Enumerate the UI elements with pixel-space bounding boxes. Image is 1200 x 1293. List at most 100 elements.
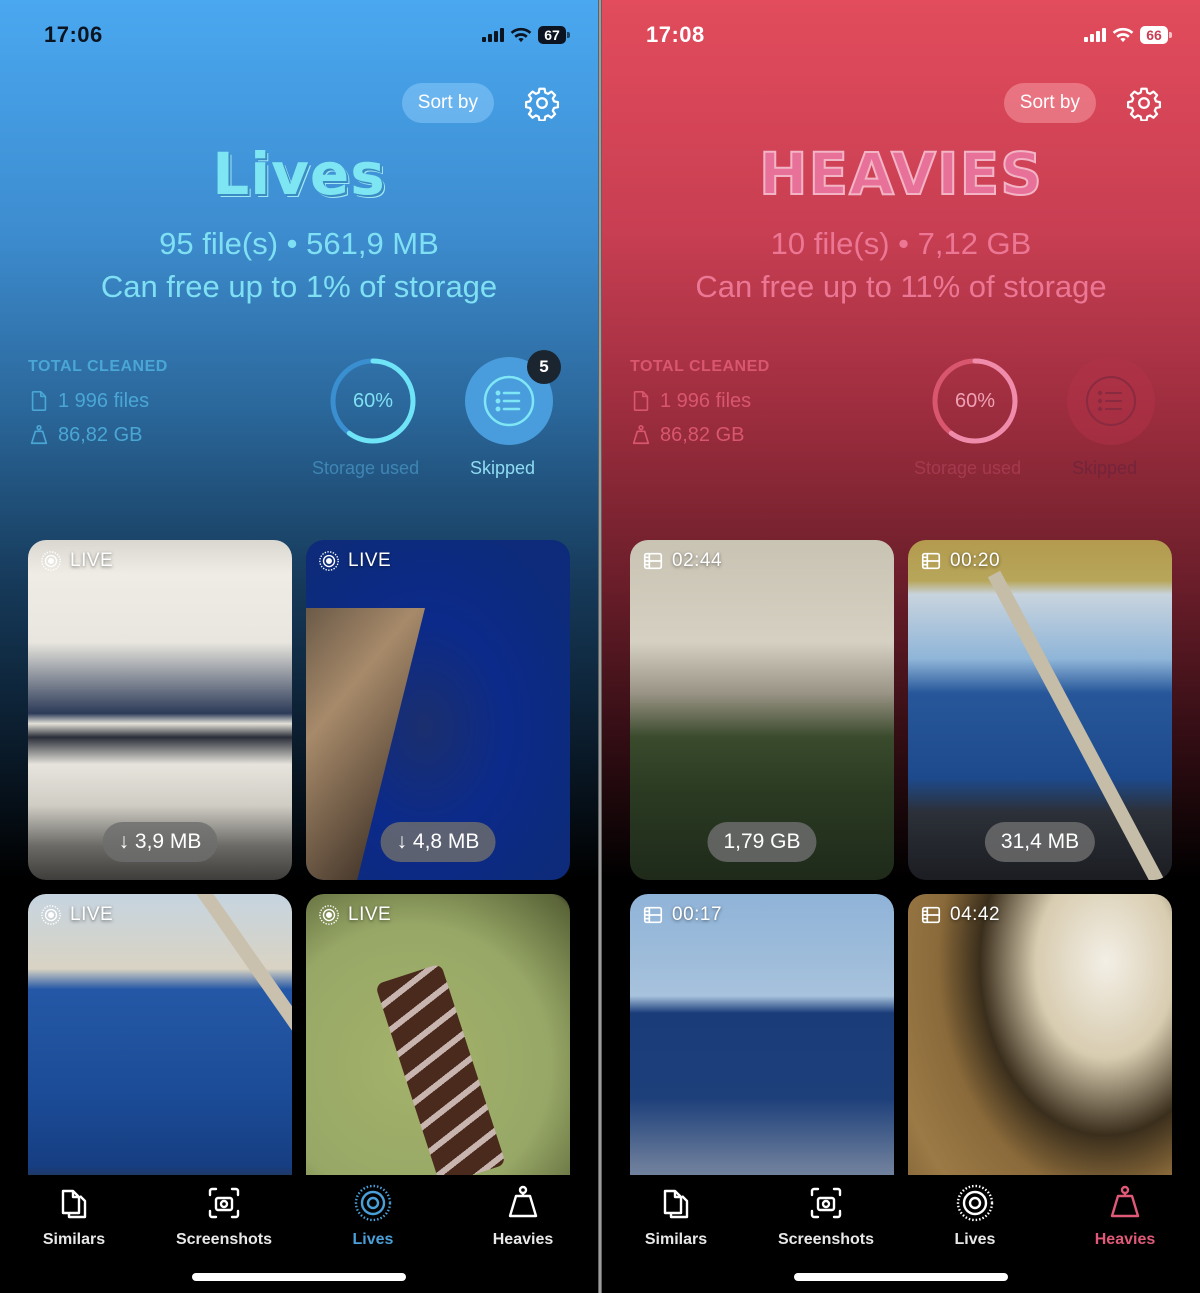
wifi-icon bbox=[1112, 27, 1134, 43]
status-icons: 67 bbox=[482, 26, 570, 44]
tab-similars[interactable]: Similars bbox=[606, 1183, 746, 1249]
total-files: 1 996 files bbox=[660, 389, 752, 412]
list-icon bbox=[1086, 376, 1136, 426]
video-film-icon bbox=[921, 552, 941, 570]
tile-tag-text: LIVE bbox=[70, 904, 114, 925]
video-film-icon bbox=[921, 906, 941, 924]
top-actions: Sort by bbox=[1003, 83, 1162, 123]
sort-by-button[interactable]: Sort by bbox=[401, 83, 494, 123]
total-files: 1 996 files bbox=[58, 389, 150, 412]
storage-used-ring: 60% bbox=[328, 356, 418, 446]
file-size-pill: ↓ 4,8 MB bbox=[380, 822, 496, 862]
settings-gear-icon[interactable] bbox=[524, 85, 560, 121]
tab-label: Similars bbox=[644, 1231, 708, 1248]
similars-icon bbox=[663, 1189, 689, 1219]
tile-tag-text: LIVE bbox=[348, 904, 392, 925]
summary-files-size: 10 file(s) • 7,12 GB bbox=[770, 226, 1032, 261]
video-tag: 04:42 bbox=[920, 904, 1000, 926]
settings-gear-icon[interactable] bbox=[1126, 85, 1162, 121]
tab-lives[interactable]: Lives bbox=[905, 1183, 1045, 1249]
total-size-row: 86,82 GB bbox=[630, 418, 770, 452]
live-photo-icon bbox=[41, 905, 61, 925]
video-tag: 00:20 bbox=[920, 550, 1000, 572]
tile-tag-text: LIVE bbox=[348, 550, 392, 571]
file-icon bbox=[633, 391, 649, 411]
media-tile[interactable]: 02:44 1,79 GB bbox=[630, 540, 894, 880]
tab-similars[interactable]: Similars bbox=[4, 1183, 144, 1249]
total-files-row: 1 996 files bbox=[28, 384, 168, 418]
summary: 95 file(s) • 561,9 MB Can free up to 1% … bbox=[0, 222, 598, 308]
tab-heavies[interactable]: Heavies bbox=[453, 1183, 593, 1249]
battery-level: 67 bbox=[538, 26, 566, 44]
total-size: 86,82 GB bbox=[660, 423, 745, 446]
top-actions: Sort by bbox=[401, 83, 560, 123]
tab-label: Heavies bbox=[492, 1231, 554, 1248]
list-icon bbox=[483, 375, 535, 427]
lives-icon bbox=[956, 1184, 994, 1222]
skipped-caption: Skipped bbox=[470, 458, 536, 478]
video-duration: 04:42 bbox=[950, 904, 1001, 925]
file-size-pill: 31,4 MB bbox=[984, 822, 1096, 862]
summary-storage-free: Can free up to 11% of storage bbox=[695, 269, 1107, 304]
status-bar: 17:06 67 bbox=[44, 20, 570, 50]
tab-label: Screenshots bbox=[175, 1231, 273, 1248]
storage-used-caption: Storage used bbox=[914, 458, 1022, 478]
total-cleaned: TOTAL CLEANED 1 996 files 86,82 GB bbox=[28, 358, 168, 452]
status-time: 17:08 bbox=[646, 22, 705, 47]
tab-heavies[interactable]: Heavies bbox=[1055, 1183, 1195, 1249]
total-files-row: 1 996 files bbox=[630, 384, 770, 418]
media-tile[interactable]: LIVE ↓ 4,8 MB bbox=[306, 540, 570, 880]
media-tile[interactable]: LIVE ↓ 3,9 MB bbox=[28, 540, 292, 880]
skipped-button[interactable] bbox=[1067, 357, 1155, 445]
media-tile[interactable]: 00:20 31,4 MB bbox=[908, 540, 1172, 880]
video-tag: 02:44 bbox=[642, 550, 722, 572]
status-bar: 17:08 66 bbox=[646, 20, 1172, 50]
sort-by-button[interactable]: Sort by bbox=[1003, 83, 1096, 123]
live-tag: LIVE bbox=[318, 904, 391, 926]
weight-icon bbox=[632, 425, 650, 445]
live-tag: LIVE bbox=[40, 550, 113, 572]
summary-files-size: 95 file(s) • 561,9 MB bbox=[159, 226, 439, 261]
heavies-screen: 17:08 66 Sort by HEAVIES 10 file(s) • 7,… bbox=[602, 0, 1200, 1293]
tab-label: Lives bbox=[352, 1231, 394, 1248]
home-indicator[interactable] bbox=[192, 1273, 406, 1281]
skipped-count-badge: 5 bbox=[527, 350, 561, 384]
video-tag: 00:17 bbox=[642, 904, 722, 926]
video-film-icon bbox=[643, 552, 663, 570]
total-cleaned-label: TOTAL CLEANED bbox=[28, 358, 168, 375]
total-size-row: 86,82 GB bbox=[28, 418, 168, 452]
screenshots-icon bbox=[810, 1187, 842, 1219]
summary-storage-free: Can free up to 1% of storage bbox=[100, 269, 498, 304]
page-title: Lives bbox=[212, 140, 386, 208]
similars-icon bbox=[61, 1189, 87, 1219]
storage-used-ring: 60% bbox=[930, 356, 1020, 446]
tab-label: Screenshots bbox=[777, 1231, 875, 1248]
total-cleaned: TOTAL CLEANED 1 996 files 86,82 GB bbox=[630, 358, 770, 452]
live-photo-icon bbox=[319, 905, 339, 925]
signal-icon bbox=[482, 28, 504, 42]
skipped-caption: Skipped bbox=[1072, 458, 1138, 478]
storage-percent: 60% bbox=[352, 389, 394, 412]
heavies-icon bbox=[508, 1185, 538, 1218]
tab-lives[interactable]: Lives bbox=[303, 1183, 443, 1249]
home-indicator[interactable] bbox=[794, 1273, 1008, 1281]
total-cleaned-label: TOTAL CLEANED bbox=[630, 358, 770, 375]
tab-screenshots[interactable]: Screenshots bbox=[154, 1183, 294, 1249]
tab-screenshots[interactable]: Screenshots bbox=[756, 1183, 896, 1249]
file-icon bbox=[31, 391, 47, 411]
weight-icon bbox=[30, 425, 48, 445]
video-film-icon bbox=[643, 906, 663, 924]
tab-label: Heavies bbox=[1094, 1231, 1156, 1248]
tab-label: Lives bbox=[954, 1231, 996, 1248]
summary: 10 file(s) • 7,12 GB Can free up to 11% … bbox=[602, 222, 1200, 308]
live-tag: LIVE bbox=[40, 904, 113, 926]
battery-icon: 66 bbox=[1140, 26, 1172, 44]
tab-bar: Similars Screenshots Lives Heavies bbox=[0, 1175, 598, 1293]
media-grid: LIVE ↓ 3,9 MB LIVE ↓ 4,8 MB LIVE LIVE bbox=[28, 540, 570, 1234]
video-duration: 02:44 bbox=[672, 550, 723, 571]
screenshots-icon bbox=[208, 1187, 240, 1219]
live-photo-icon bbox=[41, 551, 61, 571]
signal-icon bbox=[1084, 28, 1106, 42]
tile-tag-text: LIVE bbox=[70, 550, 114, 571]
total-size: 86,82 GB bbox=[58, 423, 143, 446]
